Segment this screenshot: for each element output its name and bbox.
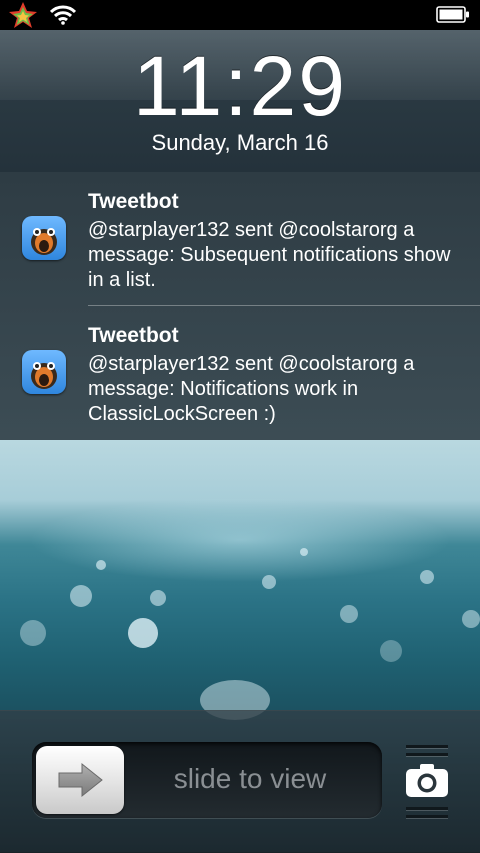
status-bar	[0, 0, 480, 30]
arrow-right-icon	[58, 762, 103, 798]
bokeh-light	[462, 610, 480, 628]
bokeh-light	[300, 548, 308, 556]
bokeh-light	[262, 575, 276, 589]
bokeh-light	[128, 618, 158, 648]
camera-grabber-line	[406, 815, 448, 818]
bokeh-light	[340, 605, 358, 623]
bokeh-light	[70, 585, 92, 607]
slide-to-view-label: slide to view	[173, 763, 327, 794]
tweetbot-icon	[22, 350, 66, 394]
clock-time: 11:29	[133, 39, 347, 133]
notification-list: Tweetbot @starplayer132 sent @coolstaror…	[0, 172, 480, 440]
bokeh-light	[420, 570, 434, 584]
notification-app-name: Tweetbot	[88, 324, 179, 347]
notification-item[interactable]: Tweetbot @starplayer132 sent @coolstaror…	[0, 306, 480, 440]
notification-message: @starplayer132 sent @coolstarorg a messa…	[88, 219, 451, 291]
unlock-slider-knob[interactable]	[36, 746, 124, 814]
notification-message: @starplayer132 sent @coolstarorg a messa…	[88, 353, 415, 425]
bokeh-light	[150, 590, 166, 606]
notification-app-name: Tweetbot	[88, 190, 179, 213]
camera-grabber-line	[406, 753, 448, 756]
clock-date: Sunday, March 16	[151, 130, 329, 155]
notification-item[interactable]: Tweetbot @starplayer132 sent @coolstaror…	[0, 172, 480, 306]
camera-grabber-line	[406, 745, 448, 748]
bokeh-light	[20, 620, 46, 646]
lock-clock-panel: 11:29 Sunday, March 16	[0, 30, 480, 172]
star-icon	[9, 2, 37, 28]
battery-icon	[436, 6, 469, 23]
camera-icon[interactable]	[404, 760, 450, 800]
wifi-icon	[50, 5, 76, 25]
tweetbot-icon	[22, 216, 66, 260]
bokeh-light	[96, 560, 106, 570]
bokeh-light	[380, 640, 402, 662]
camera-grabber-line	[406, 807, 448, 810]
